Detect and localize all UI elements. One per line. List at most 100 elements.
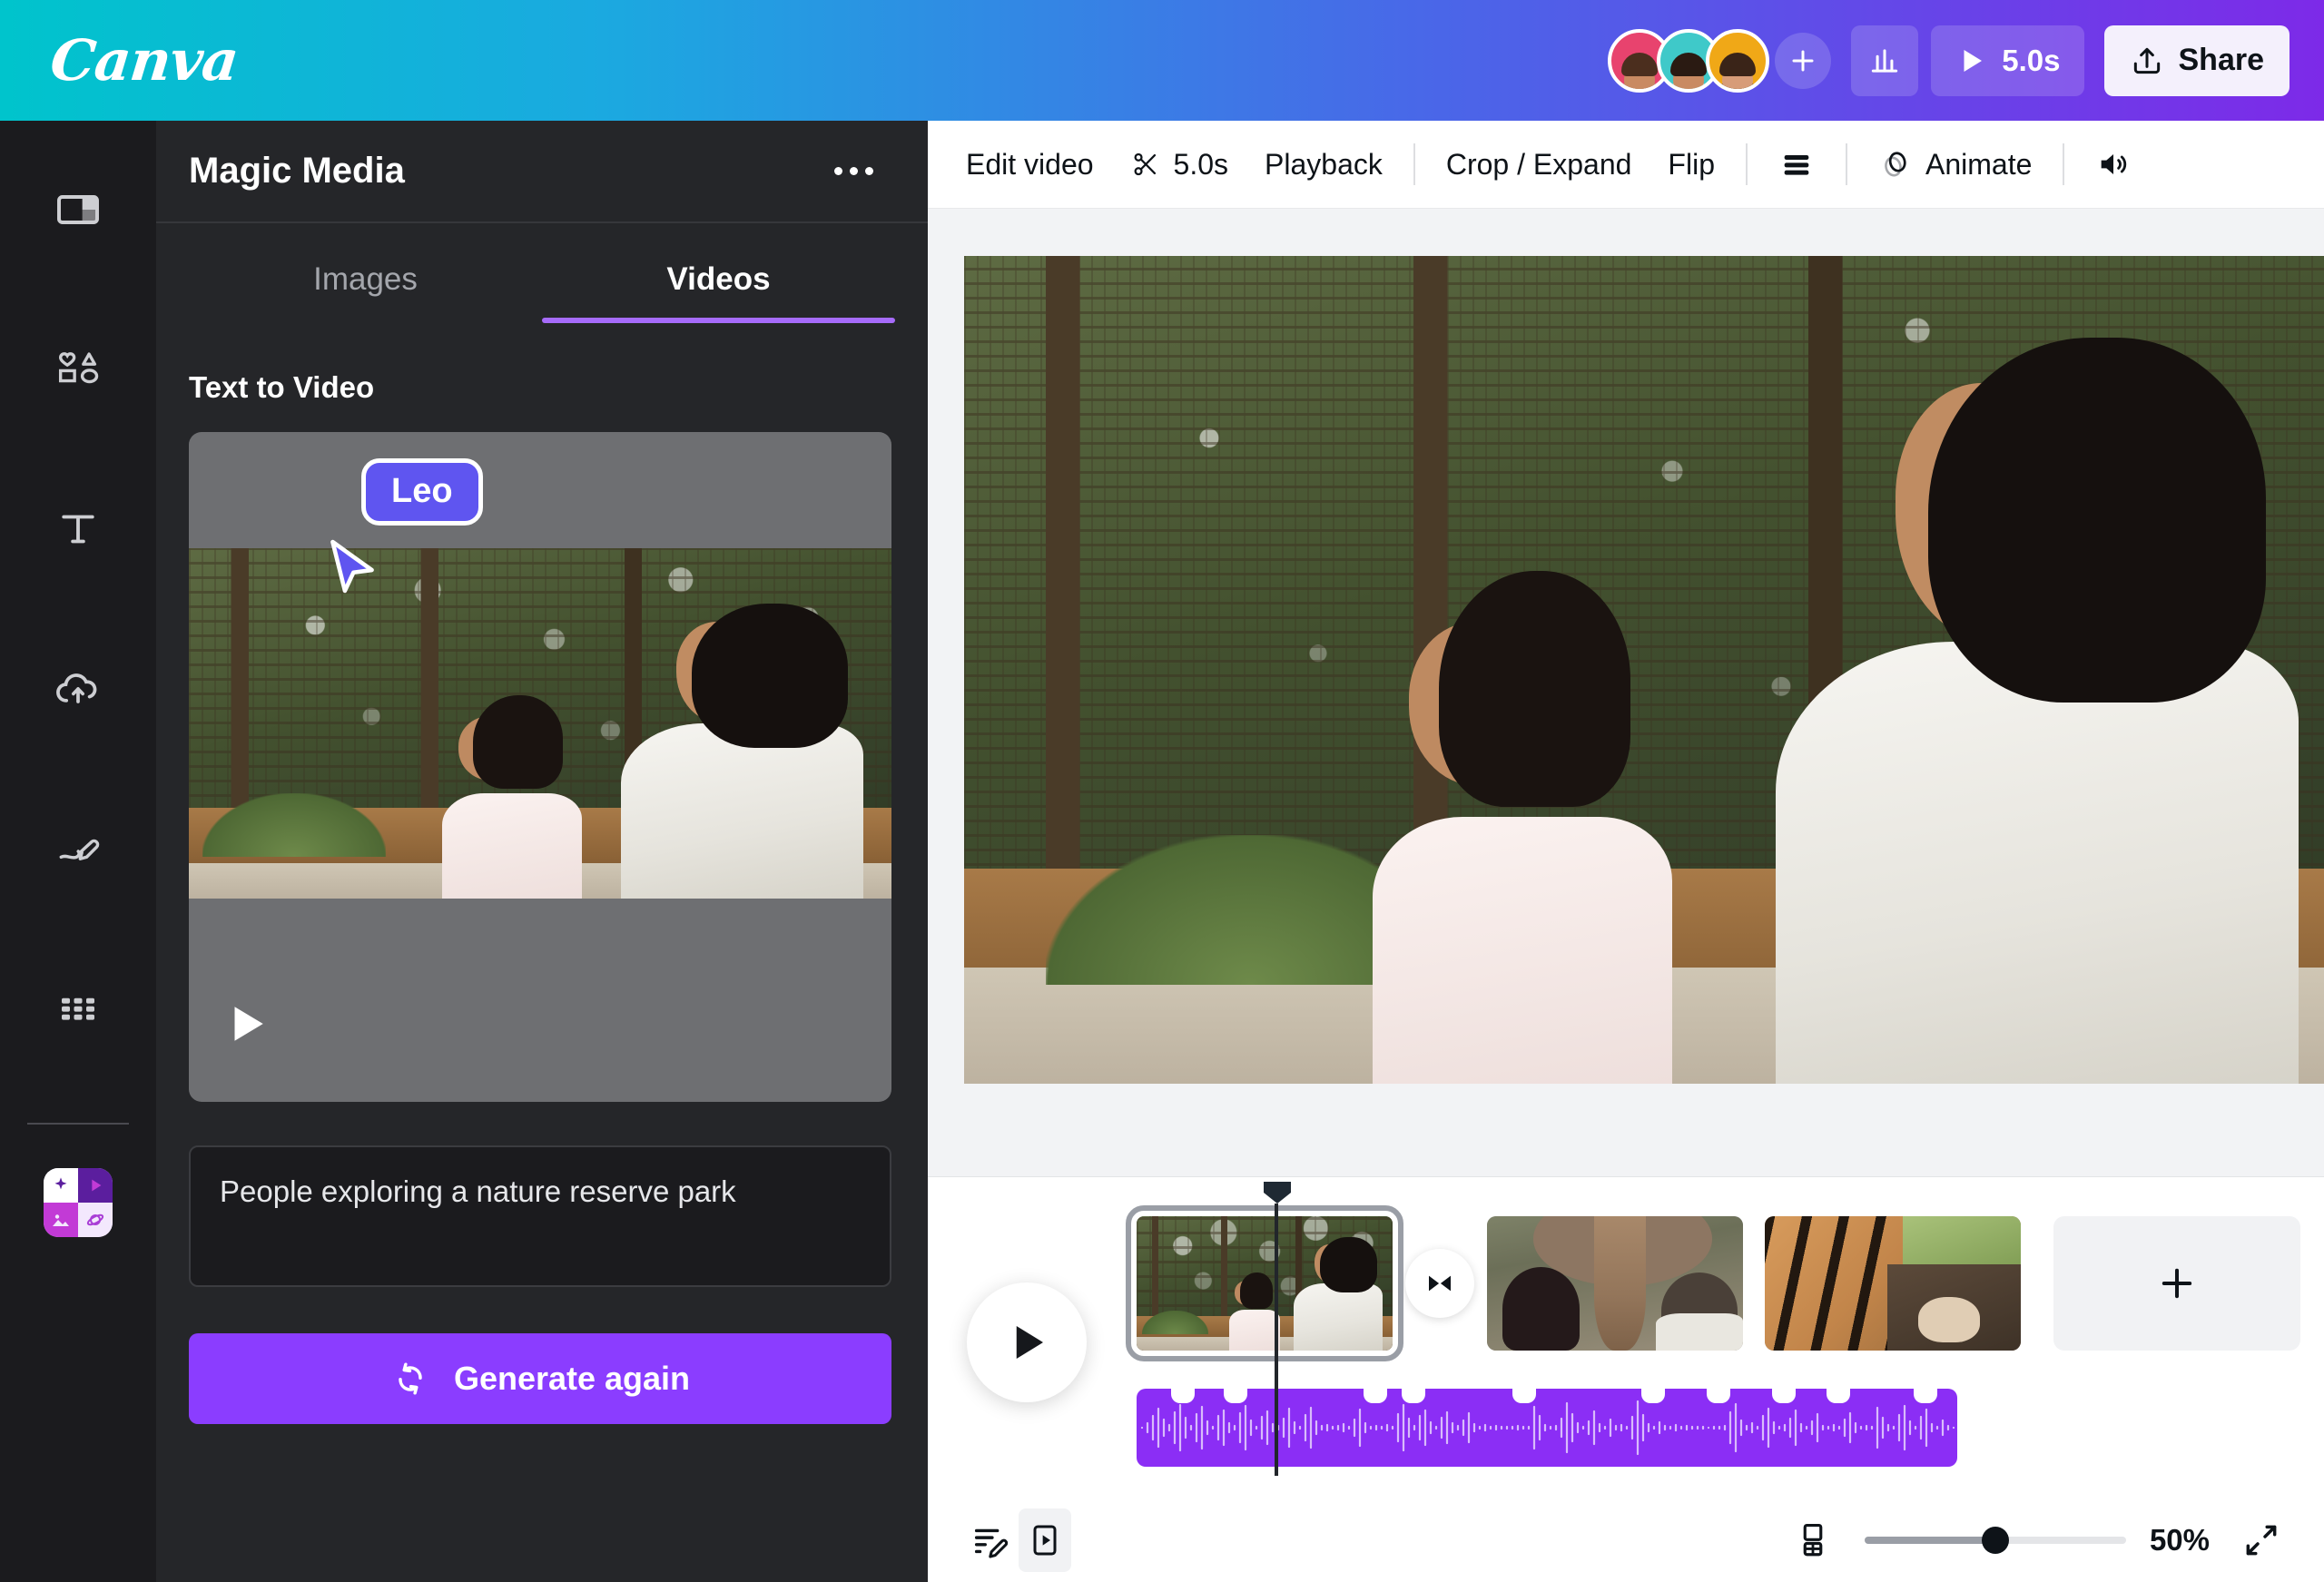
timeline-play-button[interactable] <box>967 1282 1087 1402</box>
audio-notches <box>1137 1389 1957 1405</box>
generate-again-button[interactable]: Generate again <box>189 1333 891 1424</box>
playback-label: Playback <box>1265 147 1383 181</box>
image-icon <box>53 1214 69 1226</box>
fullscreen-button[interactable] <box>2233 1512 2290 1568</box>
volume-icon <box>2102 154 2127 174</box>
sidebar-item-draw[interactable] <box>27 798 129 899</box>
sidebar-item-uploads[interactable] <box>27 638 129 740</box>
position-button[interactable] <box>1760 133 1833 195</box>
clip-2-thumbnail <box>1487 1216 1743 1351</box>
preview-play-button[interactable]: 5.0s <box>1931 25 2084 96</box>
text-t-icon <box>62 515 94 544</box>
plus-icon <box>2162 1268 2192 1299</box>
zoom-level-label: 50% <box>2149 1522 2210 1557</box>
add-collaborator-button[interactable] <box>1775 32 1832 89</box>
timeline-clips <box>1126 1205 2300 1361</box>
scissors-icon <box>1134 152 1156 176</box>
table-row[interactable] <box>1765 1216 2021 1351</box>
layout-icon <box>57 195 99 224</box>
crop-expand-button[interactable]: Crop / Expand <box>1428 135 1650 194</box>
animate-button[interactable]: Animate <box>1860 134 2050 194</box>
timeline-view-toggle[interactable] <box>1019 1508 1071 1572</box>
top-bar: Canva 5.0s Share <box>0 0 2324 121</box>
cloud-upload-icon <box>56 673 97 703</box>
more-options-icon[interactable] <box>820 152 888 190</box>
animate-label: Animate <box>1925 147 2033 181</box>
sidebar-item-apps[interactable] <box>27 958 129 1059</box>
crop-expand-label: Crop / Expand <box>1445 147 1632 181</box>
slider-knob[interactable] <box>1981 1526 2009 1554</box>
collaborator-avatars <box>1608 28 1770 93</box>
trim-button[interactable]: 5.0s <box>1112 135 1246 194</box>
slider-fill <box>1864 1536 1995 1544</box>
playback-button[interactable]: Playback <box>1246 135 1401 194</box>
planet-icon <box>86 1214 104 1226</box>
left-rail <box>0 121 156 1582</box>
video-thumbnail <box>189 548 891 899</box>
generate-again-label: Generate again <box>453 1360 691 1397</box>
tab-images[interactable]: Images <box>189 261 542 323</box>
grid-view-icon <box>1803 1523 1823 1556</box>
upload-icon <box>2133 47 2160 74</box>
clip-1-thumbnail <box>1137 1216 1393 1351</box>
rail-divider <box>27 1123 129 1125</box>
thumbnail-scene <box>189 548 891 899</box>
sidebar-item-magic-media[interactable] <box>44 1168 113 1237</box>
video-card-play-button[interactable] <box>223 997 269 1051</box>
sidebar-item-elements[interactable] <box>27 319 129 420</box>
top-bar-right-controls: 5.0s Share <box>1608 25 2290 96</box>
edit-video-label: Edit video <box>966 147 1094 181</box>
sparkle-icon <box>54 1177 67 1190</box>
share-label: Share <box>2178 43 2265 77</box>
audio-track[interactable] <box>1137 1389 1957 1467</box>
refresh-icon <box>399 1362 422 1395</box>
analytics-button[interactable] <box>1851 25 1919 96</box>
duration-label: 5.0s <box>2002 43 2061 77</box>
animate-icon <box>1885 152 1906 177</box>
share-button[interactable]: Share <box>2103 25 2290 96</box>
shapes-icon <box>58 352 99 384</box>
avatar[interactable] <box>1706 28 1770 93</box>
canva-logo[interactable]: Canva <box>47 27 241 93</box>
section-label-text-to-video: Text to Video <box>189 370 375 404</box>
magic-media-sparkle-quadrant <box>44 1168 78 1203</box>
magic-media-video-quadrant <box>78 1168 113 1203</box>
add-page-button[interactable] <box>2053 1216 2300 1351</box>
transition-button[interactable] <box>1405 1249 1474 1318</box>
timeline-view-icon <box>1033 1525 1057 1555</box>
flip-button[interactable]: Flip <box>1649 135 1733 194</box>
grid-view-button[interactable] <box>1785 1512 1841 1568</box>
table-row[interactable] <box>1126 1205 1403 1361</box>
zoom-controls: 50% <box>1785 1512 2290 1568</box>
play-icon <box>92 1179 102 1192</box>
editor-toolbar: Edit video 5.0s Playback Crop / Expand F… <box>928 121 2324 209</box>
canvas-scene <box>964 256 2324 1084</box>
toolbar-divider <box>1413 143 1415 185</box>
toolbar-divider <box>2063 143 2065 185</box>
clip-3-thumbnail <box>1765 1216 2021 1351</box>
table-row[interactable] <box>1487 1216 1743 1351</box>
notes-button[interactable] <box>962 1512 1019 1568</box>
grid-dots-icon <box>62 997 94 1020</box>
panel-header: Magic Media <box>156 121 928 223</box>
page-title: Magic Media <box>189 151 405 191</box>
position-bars-icon <box>1784 155 1809 175</box>
trim-duration-label: 5.0s <box>1173 147 1229 181</box>
video-canvas[interactable] <box>964 256 2324 1084</box>
plus-icon <box>1792 50 1814 71</box>
volume-button[interactable] <box>2077 133 2150 195</box>
bottom-bar: 50% <box>928 1498 2324 1582</box>
prompt-input[interactable]: People exploring a nature reserve park <box>189 1145 891 1287</box>
flip-label: Flip <box>1668 147 1715 181</box>
expand-icon <box>2246 1525 2277 1555</box>
canvas-area <box>928 209 2324 1176</box>
edit-video-button[interactable]: Edit video <box>948 135 1112 194</box>
sidebar-item-text[interactable] <box>27 478 129 580</box>
canva-editor-window: Canva 5.0s Share Magic Media Images Vide… <box>0 0 2324 1582</box>
sidebar-item-design[interactable] <box>27 159 129 260</box>
pen-icon <box>59 839 100 860</box>
notes-pencil-icon <box>974 1528 1009 1558</box>
zoom-slider[interactable] <box>1864 1526 2126 1554</box>
tab-videos[interactable]: Videos <box>542 261 895 323</box>
video-preview-card[interactable] <box>189 432 891 1102</box>
